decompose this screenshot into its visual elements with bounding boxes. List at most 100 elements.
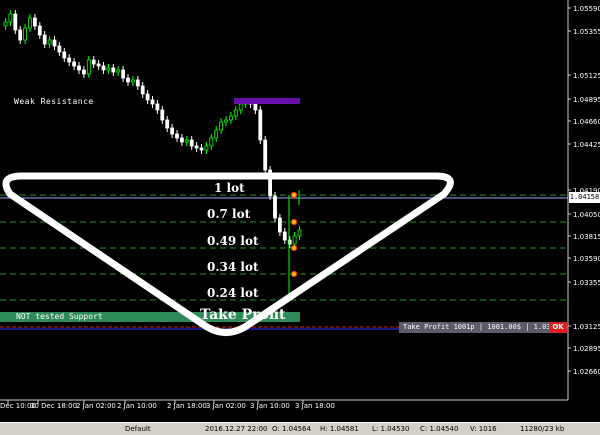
price-tick-label: 1.05125 [573, 72, 600, 80]
candle-body [209, 137, 214, 147]
candle-body [160, 109, 165, 121]
candle-body [3, 21, 8, 27]
status-segment: O: 1.04564 [272, 425, 311, 433]
candle-body [233, 109, 238, 117]
order-marker[interactable] [290, 218, 298, 226]
candle-body [273, 195, 277, 219]
candle-body [37, 25, 42, 36]
candle-body [175, 133, 179, 139]
order-marker[interactable] [290, 244, 298, 252]
candle-body [179, 137, 184, 143]
candle-body [116, 69, 121, 73]
candle-body [33, 17, 37, 27]
candle-body [111, 67, 116, 73]
take-profit-label: Take Profit [200, 307, 286, 323]
candle-body [228, 115, 233, 121]
candle-body [8, 13, 13, 23]
status-segment: 2016.12.27 22:00 [205, 425, 268, 433]
order-marker[interactable] [290, 191, 298, 199]
candle-body [150, 99, 155, 105]
price-tick-label: 1.04425 [573, 141, 600, 149]
time-tick-label: 3 Jan 02:00 [206, 402, 246, 410]
status-default-label: Default [125, 425, 151, 433]
time-tick-label: 2 Jan 18:00 [167, 402, 207, 410]
candles [3, 10, 302, 300]
candle-body [282, 231, 287, 241]
status-segment: 11280/23 kb [520, 425, 565, 433]
time-tick-label: 2 Jan 02:00 [76, 402, 116, 410]
price-tick-label: 1.03355 [573, 279, 600, 287]
lot-label: 0.34 lot [207, 260, 259, 274]
candle-body [23, 27, 28, 41]
status-segment: H: 1.04581 [320, 425, 359, 433]
candle-body [135, 79, 140, 87]
price-tick-label: 1.05590 [573, 5, 600, 13]
candle-body [263, 139, 268, 171]
price-tick-label: 1.04895 [573, 96, 600, 104]
candle-body [82, 69, 86, 75]
price-tick-label: 1.03125 [573, 323, 600, 331]
candle-body [238, 103, 243, 111]
price-tick-label: 1.02895 [573, 345, 600, 353]
price-tick-label: 1.04660 [573, 118, 600, 126]
status-segment: C: 1.04540 [420, 425, 459, 433]
candle-body [77, 65, 81, 71]
take-profit-panel: Take Profit 1001p | 1001.00$ | 1.03185 [399, 322, 553, 333]
candle-body [194, 145, 199, 149]
candle-body [130, 79, 135, 83]
candle-body [184, 139, 189, 143]
candle-body [214, 129, 219, 139]
candle-body [258, 109, 263, 141]
time-tick-label: 3 Jan 10:00 [250, 402, 290, 410]
candle-body [28, 17, 32, 29]
price-chart[interactable]: 1.05590 1.05355 1.05125 1.04895 1.04660 1.044… [0, 0, 600, 434]
price-tick-label: 1.03815 [573, 233, 600, 241]
candle-body [224, 119, 228, 123]
candle-body [155, 103, 160, 111]
lot-label: 0.24 lot [207, 286, 259, 300]
time-tick-label: 3 Jan 18:00 [295, 402, 335, 410]
time-axis: Dec 10:0030 Dec 18:002 Jan 02:00 2 Jan 10… [0, 400, 335, 410]
candle-body [42, 34, 47, 45]
candle-body [62, 51, 67, 59]
candle-body [67, 57, 72, 63]
price-tick-label: 1.05355 [573, 28, 600, 36]
candle-body [86, 59, 91, 75]
candle-body [52, 39, 57, 47]
status-segment: V: 1016 [470, 425, 497, 433]
candle-body [47, 39, 52, 45]
current-price-tag: 1.04158 [569, 192, 600, 203]
candle-body [121, 69, 125, 79]
candle-body [277, 217, 282, 233]
candle-body [96, 63, 101, 67]
weak-resistance-label: Weak Resistance [14, 97, 94, 106]
candle-body [170, 127, 175, 135]
candle-body [106, 67, 111, 71]
candle-body [57, 45, 62, 53]
time-tick-label: 30 Dec 18:00 [30, 402, 77, 410]
order-marker[interactable] [290, 270, 298, 278]
candle-body [204, 145, 209, 151]
status-segment: L: 1.04530 [372, 425, 410, 433]
candle-body [91, 59, 96, 65]
lot-label: 1 lot [214, 181, 245, 195]
candle-body [219, 121, 224, 131]
price-axis: 1.05590 1.05355 1.05125 1.04895 1.04660 1.044… [568, 5, 600, 376]
candle-body [140, 85, 145, 95]
candle-body [145, 93, 150, 101]
candle-body [292, 235, 297, 245]
not-tested-support-label: NOT tested Support [16, 312, 103, 321]
lot-label: 0.49 lot [207, 234, 259, 248]
candle-body [297, 229, 302, 237]
candle-body [18, 29, 23, 41]
ok-button[interactable]: OK [549, 322, 567, 333]
status-bar: Default 2016.12.27 22:00 O: 1.04564 H: 1.0… [0, 422, 600, 435]
resistance-zone[interactable] [234, 98, 300, 104]
candle-body [72, 61, 76, 67]
candle-body [199, 147, 204, 151]
order-markers [290, 191, 298, 278]
candle-body [101, 65, 106, 71]
candle-body [126, 77, 130, 83]
candle-body [253, 103, 258, 111]
candle-body [189, 139, 194, 147]
